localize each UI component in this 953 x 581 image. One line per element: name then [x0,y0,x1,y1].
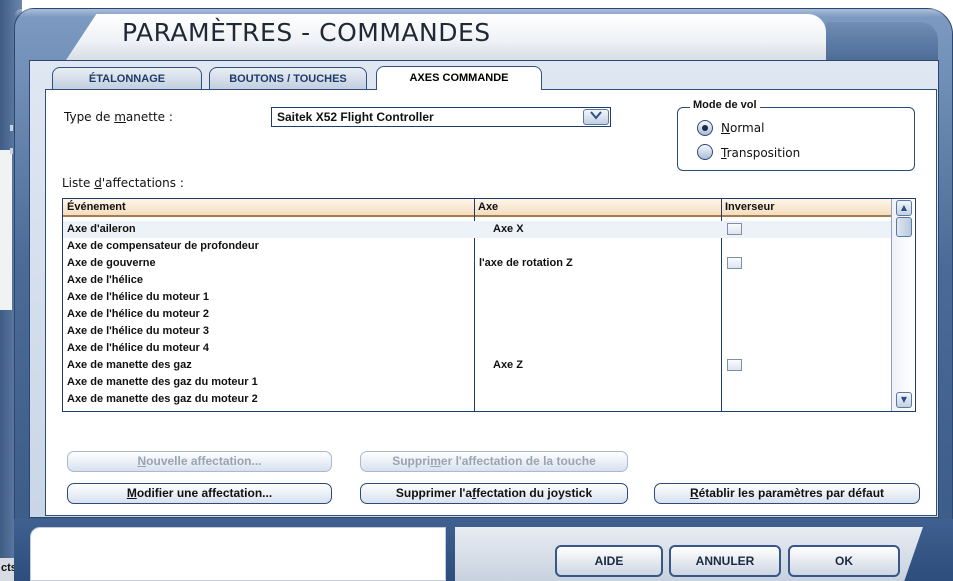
table-row[interactable]: Axe de l'hélice du moteur 2 [63,306,891,323]
table-header: Événement Axe Inverseur [63,199,891,217]
scroll-down-icon[interactable]: ▼ [896,392,912,408]
inverter-checkbox[interactable] [727,359,742,371]
restore-defaults-button[interactable]: Rétablir les paramètres par défaut [654,483,920,504]
event-cell: Axe de l'hélice [67,274,143,286]
table-scrollbar[interactable]: ▲ ▼ [891,199,915,411]
modify-assignment-button[interactable]: Modifier une affectation... [67,483,332,504]
controller-type-select[interactable]: Saitek X52 Flight Controller [271,107,611,127]
event-cell: Axe de l'hélice du moteur 2 [67,308,209,320]
chevron-down-icon[interactable] [583,109,609,125]
assignments-list-label: Liste d'affectations : [62,176,184,190]
background-decoration [10,125,13,131]
tab-calibration[interactable]: ÉTALONNAGE [52,67,202,89]
dialog-title: PARAMÈTRES - COMMANDES [122,18,491,47]
axis-cell: Axe X [493,223,524,235]
new-assignment-button[interactable]: Nouvelle affectation... [67,451,332,472]
event-cell: Axe de manette des gaz [67,359,192,371]
background-decoration [10,148,13,154]
tab-control-axes[interactable]: AXES COMMANDE [376,66,542,90]
table-row[interactable]: Axe de manette des gaz du moteur 2 [63,391,891,408]
radio-normal-label[interactable]: Normal [721,121,764,135]
axis-cell: l'axe de rotation Z [479,257,573,269]
column-header-axis[interactable]: Axe [478,201,498,213]
table-row[interactable]: Axe de l'hélice du moteur 4 [63,340,891,357]
ok-button[interactable]: OK [788,545,900,577]
table-row[interactable]: Axe de l'hélice [63,272,891,289]
radio-transposition[interactable] [697,144,713,160]
event-cell: Axe d'aileron [67,223,136,235]
scroll-up-icon[interactable]: ▲ [896,200,912,216]
event-cell: Axe de gouverne [67,257,156,269]
controller-type-value: Saitek X52 Flight Controller [277,110,434,124]
delete-joystick-assignment-button[interactable]: Supprimer l'affectation du joystick [360,483,628,504]
table-row[interactable]: Axe de manette des gaz du moteur 1 [63,374,891,391]
flight-mode-legend: Mode de vol [690,99,760,111]
radio-transposition-label[interactable]: Transposition [721,146,800,160]
event-cell: Axe de manette des gaz du moteur 2 [67,393,258,405]
table-row[interactable]: Axe de l'hélice du moteur 1 [63,289,891,306]
column-header-inverter[interactable]: Inverseur [725,201,775,213]
assignments-table: Événement Axe Inverseur Axe d'aileron Ax… [62,198,916,412]
controller-type-label: Type de manette : [64,110,173,124]
event-cell: Axe de compensateur de profondeur [67,240,259,252]
table-row[interactable]: Axe de l'hélice du moteur 3 [63,323,891,340]
cancel-button[interactable]: ANNULER [669,545,781,577]
axis-cell: Axe Z [493,359,523,371]
table-row[interactable]: Axe de manette des gaz Axe Z [63,357,891,374]
help-button[interactable]: AIDE [555,545,663,577]
table-row[interactable]: Axe de gouverne l'axe de rotation Z [63,255,891,272]
event-cell: Axe de l'hélice du moteur 4 [67,342,209,354]
background-panel [0,150,12,310]
delete-key-assignment-button[interactable]: Supprimer l'affectation de la touche [360,451,628,472]
tab-buttons-keys[interactable]: BOUTONS / TOUCHES [209,67,367,89]
column-header-event[interactable]: Événement [67,201,126,213]
table-row[interactable]: Axe de compensateur de profondeur [63,238,891,255]
flight-mode-group [677,107,915,171]
scroll-thumb[interactable] [896,217,912,237]
title-bar-right [826,22,938,60]
radio-normal[interactable] [697,120,713,136]
event-cell: Axe de l'hélice du moteur 3 [67,325,209,337]
inverter-checkbox[interactable] [727,223,742,235]
table-row[interactable]: Axe d'aileron Axe X [63,221,891,238]
inverter-checkbox[interactable] [727,257,742,269]
event-cell: Axe de manette des gaz du moteur 1 [67,376,258,388]
footer-info-panel [30,527,446,581]
event-cell: Axe de l'hélice du moteur 1 [67,291,209,303]
